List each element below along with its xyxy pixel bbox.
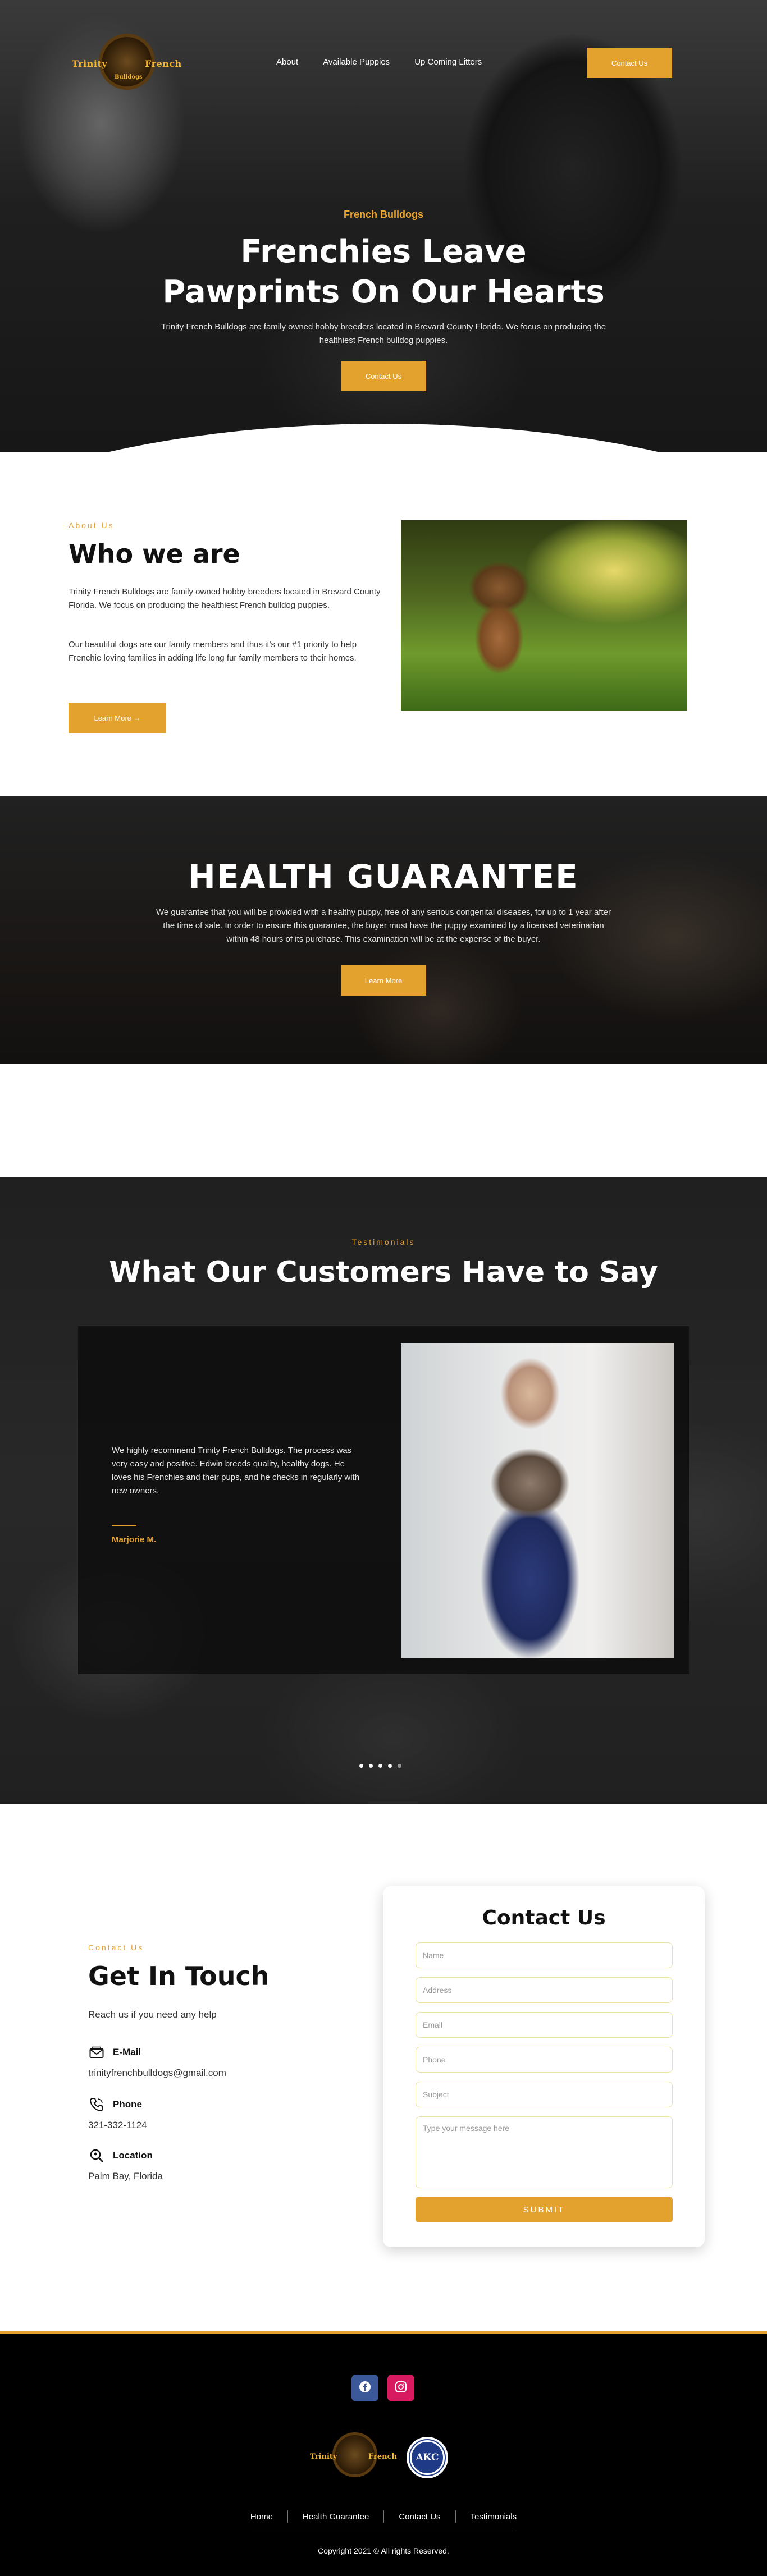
hero-description: Trinity French Bulldogs are family owned… xyxy=(161,322,606,345)
hero-title: Frenchies Leave Pawprints On Our Hearts xyxy=(0,232,767,313)
message-field[interactable] xyxy=(416,2116,673,2188)
contact-subtitle: Reach us if you need any help xyxy=(88,2009,217,2020)
logo-text-left: Trinity xyxy=(72,58,108,69)
hero-eyebrow: French Bulldogs xyxy=(343,209,423,220)
slider-dot-3[interactable] xyxy=(378,1764,382,1768)
hero-title-line-2: Pawprints On Our Hearts xyxy=(162,274,605,310)
footer-logo-text-left: Trinity xyxy=(310,2453,337,2461)
about-eyebrow: About Us xyxy=(69,521,115,530)
logo-text-bottom: Bulldogs xyxy=(115,74,143,80)
phone-field[interactable] xyxy=(416,2047,673,2073)
hero-content: French Bulldogs Frenchies Leave Pawprint… xyxy=(0,209,767,391)
email-field[interactable] xyxy=(416,2012,673,2038)
instagram-button[interactable] xyxy=(387,2375,414,2401)
envelope-icon xyxy=(88,2044,105,2061)
slider-dot-2[interactable] xyxy=(369,1764,373,1768)
testimonial-quote: We highly recommend Trinity French Bulld… xyxy=(112,1446,360,1496)
footer-link-contact-us[interactable]: Contact Us xyxy=(384,2512,455,2522)
nav-link-available-puppies[interactable]: Available Puppies xyxy=(323,57,390,67)
nav-contact-button[interactable]: Contact Us xyxy=(587,48,672,78)
health-content: HEALTH GUARANTEE We guarantee that you w… xyxy=(0,858,767,996)
copyright-text: Copyright 2021 © All rights Reserved. xyxy=(318,2546,449,2555)
testimonials-section: Testimonials What Our Customers Have to … xyxy=(0,1177,767,1804)
contact-location-value: Palm Bay, Florida xyxy=(88,2171,163,2181)
slider-dot-5[interactable] xyxy=(398,1764,401,1768)
contact-phone-block: Phone 321-332-1124 xyxy=(88,2096,147,2131)
akc-badge: AKC xyxy=(407,2437,448,2478)
contact-phone-heading: Phone xyxy=(88,2096,147,2113)
testimonials-title: What Our Customers Have to Say xyxy=(109,1255,658,1289)
puppy-photo xyxy=(401,520,687,711)
contact-title: Get In Touch xyxy=(88,1961,270,1991)
submit-button[interactable]: SUBMIT xyxy=(416,2197,673,2222)
footer-nav: Home Health Guarantee Contact Us Testimo… xyxy=(0,2510,767,2523)
footer-link-testimonials[interactable]: Testimonials xyxy=(456,2512,532,2522)
site-logo[interactable]: Trinity French Bulldogs xyxy=(72,34,182,95)
contact-email-heading: E-Mail xyxy=(88,2044,226,2061)
contact-email-block: E-Mail trinityfrenchbulldogs@gmail.com xyxy=(88,2044,226,2079)
testimonial-divider xyxy=(112,1525,136,1526)
facebook-button[interactable] xyxy=(351,2375,378,2401)
location-search-icon xyxy=(88,2147,105,2164)
address-field[interactable] xyxy=(416,1977,673,2003)
slider-dots xyxy=(359,1764,401,1768)
about-title: Who we are xyxy=(69,539,240,569)
about-paragraph-2: Our beautiful dogs are our family member… xyxy=(69,640,357,663)
health-description: We guarantee that you will be provided w… xyxy=(156,907,611,944)
contact-phone-label: Phone xyxy=(113,2099,142,2110)
health-learn-more-button[interactable]: Learn More xyxy=(341,965,426,996)
hero-contact-button[interactable]: Contact Us xyxy=(341,361,426,391)
instagram-icon xyxy=(395,2381,407,2396)
about-learn-more-button[interactable]: Learn More → xyxy=(69,703,166,733)
about-learn-more-label: Learn More xyxy=(94,713,131,722)
hero-section: Trinity French Bulldogs About Available … xyxy=(0,0,767,452)
contact-location-label: Location xyxy=(113,2150,153,2161)
top-navigation: Trinity French Bulldogs About Available … xyxy=(0,0,767,126)
health-guarantee-section: HEALTH GUARANTEE We guarantee that you w… xyxy=(0,796,767,1064)
arrow-right-icon: → xyxy=(133,713,141,722)
footer-logo-text-right: French xyxy=(368,2453,397,2461)
subject-field[interactable] xyxy=(416,2082,673,2107)
contact-email-label: E-Mail xyxy=(113,2047,141,2057)
slider-dot-1[interactable] xyxy=(359,1764,363,1768)
contact-eyebrow: Contact Us xyxy=(88,1943,144,1952)
akc-badge-inner: AKC xyxy=(409,2439,446,2476)
testimonial-author: Marjorie M. xyxy=(112,1535,157,1544)
testimonial-card: We highly recommend Trinity French Bulld… xyxy=(78,1326,689,1674)
page: Trinity French Bulldogs About Available … xyxy=(0,0,767,2576)
health-title: HEALTH GUARANTEE xyxy=(188,858,579,896)
testimonial-customer-photo xyxy=(401,1343,674,1658)
footer-link-home[interactable]: Home xyxy=(236,2512,287,2522)
about-paragraph-1: Trinity French Bulldogs are family owned… xyxy=(69,587,381,610)
nav-links: About Available Puppies Up Coming Litter… xyxy=(276,57,482,67)
site-footer: Trinity French AKC Home Health Guarantee… xyxy=(0,2331,767,2576)
contact-form: Contact Us SUBMIT xyxy=(383,1886,705,2247)
phone-icon xyxy=(88,2096,105,2113)
contact-phone-value[interactable]: 321-332-1124 xyxy=(88,2120,147,2131)
contact-location-block: Location Palm Bay, Florida xyxy=(88,2147,163,2182)
footer-link-health-guarantee[interactable]: Health Guarantee xyxy=(288,2512,383,2522)
slider-dot-4[interactable] xyxy=(388,1764,392,1768)
logo-text-right: French xyxy=(145,58,182,69)
contact-email-value[interactable]: trinityfrenchbulldogs@gmail.com xyxy=(88,2068,226,2079)
testimonials-eyebrow: Testimonials xyxy=(351,1237,416,1246)
nav-link-about[interactable]: About xyxy=(276,57,298,67)
akc-badge-text: AKC xyxy=(416,2452,439,2463)
contact-location-heading: Location xyxy=(88,2147,163,2164)
facebook-icon xyxy=(359,2381,371,2396)
nav-link-upcoming-litters[interactable]: Up Coming Litters xyxy=(414,57,482,67)
contact-form-title: Contact Us xyxy=(482,1906,606,1929)
hero-title-line-1: Frenchies Leave xyxy=(240,233,527,270)
footer-logo[interactable]: Trinity French xyxy=(310,2432,397,2482)
social-links xyxy=(351,2375,414,2401)
name-field[interactable] xyxy=(416,1942,673,1968)
about-section: About Us Who we are Trinity French Bulld… xyxy=(0,494,767,752)
contact-section: Contact Us Get In Touch Reach us if you … xyxy=(0,1804,767,2331)
